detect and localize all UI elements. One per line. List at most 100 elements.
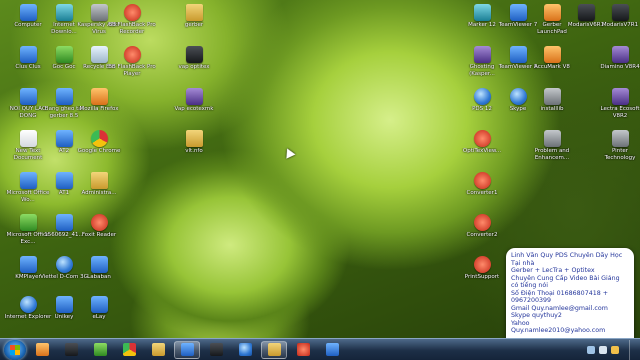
app-icon <box>90 296 108 313</box>
word-icon <box>19 172 37 189</box>
foxit-icon <box>90 214 108 231</box>
app-icon <box>90 256 108 273</box>
desktop-shortcut[interactable]: Vap ecotexmk <box>170 88 218 113</box>
desktop-shortcut[interactable]: Administra... <box>75 172 123 197</box>
taskbar-apps <box>26 340 345 359</box>
taskbar-button[interactable] <box>145 341 171 359</box>
note-line: Yahoo <box>511 319 530 327</box>
desktop-shortcut[interactable]: Lababan <box>75 256 123 281</box>
volume-tray-icon[interactable] <box>599 345 607 354</box>
media-player-icon <box>35 343 49 356</box>
flashback-recorder-icon <box>123 4 141 21</box>
show-desktop-button[interactable] <box>629 339 636 360</box>
taskbar-button[interactable] <box>29 341 55 359</box>
taskbar-button[interactable] <box>290 341 316 359</box>
network-tray-icon[interactable] <box>587 345 595 354</box>
desktop-shortcut[interactable]: BB FlashBack Pro Player <box>108 46 156 77</box>
modaris-icon <box>577 4 595 21</box>
desktop-shortcut[interactable]: Google Chrome <box>75 130 123 155</box>
desktop-shortcut[interactable]: Mozilla Firefox <box>75 88 123 113</box>
shortcut-label: gerber <box>184 22 204 28</box>
taskbar-button[interactable] <box>174 340 200 359</box>
shortcut-label: installlib <box>540 106 564 112</box>
converter-icon <box>473 172 491 189</box>
flashback-player-icon <box>123 46 141 63</box>
shortcut-label: Google Chrome <box>77 148 121 154</box>
app-icon <box>611 130 629 147</box>
taskbar-button[interactable] <box>116 341 142 359</box>
desktop-shortcut[interactable]: Converter1 <box>458 172 506 197</box>
desktop-shortcut[interactable]: Diamino V8R4 <box>596 46 640 71</box>
desktop-shortcut[interactable]: OptiTexView... <box>458 130 506 155</box>
desktop-shortcut[interactable]: Converter2 <box>458 214 506 239</box>
desktop-shortcut[interactable]: vlt.nfo <box>170 130 218 155</box>
shortcut-label: Administra... <box>81 190 117 196</box>
shortcut-label: Diamino V8R4 <box>600 64 640 70</box>
folder-icon <box>185 4 203 21</box>
desktop-shortcut[interactable]: Problem and Enhancem... <box>528 130 576 161</box>
taskbar-button[interactable] <box>232 341 258 359</box>
windows-logo-icon <box>10 344 20 355</box>
skype-icon <box>238 343 252 356</box>
shortcut-label: Problem and Enhancem... <box>534 148 570 161</box>
monitor-icon <box>209 343 223 356</box>
folder-icon <box>267 343 281 356</box>
note-line: Skype quythuy2 <box>511 312 562 319</box>
desktop-shortcut[interactable]: Lectra Ecosoft V8R2 <box>596 88 640 119</box>
desktop-shortcut[interactable]: Foxit Reader <box>75 214 123 239</box>
admin-icon <box>90 172 108 189</box>
shortcut-label: Mozilla Firefox <box>79 106 119 112</box>
marker-icon <box>473 4 491 21</box>
note-line: Số Điện Thoại 01686807418 + <box>511 289 608 297</box>
desktop-shortcut[interactable]: Pinter Technology <box>596 130 640 161</box>
shortcut-label: BB FlashBack Pro Player <box>108 64 156 77</box>
recycle-bin-icon <box>90 46 108 63</box>
taskbar-button[interactable] <box>58 341 84 359</box>
app-icon <box>543 130 561 147</box>
taskbar-button[interactable] <box>319 341 345 359</box>
note-line: Gmail Quy.namlee@gmail.com <box>511 304 608 312</box>
desktop-shortcut[interactable]: gerber <box>170 4 218 29</box>
shortcut-label: AccuMark V8 <box>534 64 570 70</box>
unikey-icon <box>55 296 73 313</box>
computer-icon <box>19 4 37 21</box>
optitex-icon <box>473 130 491 147</box>
desktop-shortcut[interactable]: installlib <box>528 88 576 113</box>
desktop-shortcut[interactable]: vap optitex <box>170 46 218 71</box>
desktop-shortcut[interactable]: BB FlashBack Pro Recorder <box>108 4 156 35</box>
desktop-shortcut[interactable]: ModarisV7R1 <box>596 4 640 29</box>
mouse-cursor-icon <box>282 146 296 159</box>
dcom-icon <box>55 256 73 273</box>
action-center-icon[interactable] <box>611 345 619 354</box>
note-line: Gerber + LecTra + Optitex <box>511 267 595 274</box>
taskbar-button[interactable] <box>261 340 287 359</box>
shortcut-label: Lectra Ecosoft V8R2 <box>600 106 640 119</box>
desktop-shortcut[interactable]: eLay <box>75 296 123 321</box>
shortcut-label: Pinter Technology <box>604 148 636 161</box>
taskbar-button[interactable] <box>203 341 229 359</box>
chrome-icon <box>90 130 108 147</box>
explorer-folder-icon <box>151 343 165 356</box>
info-note: Linh Văn Quy PDS Chuyên Dãy Học Tại nhà … <box>506 248 634 338</box>
note-line: Quy.namlee2010@yahoo.com <box>511 327 606 334</box>
text-document-icon <box>19 130 37 147</box>
image-icon <box>55 214 73 231</box>
taskbar-button[interactable] <box>87 341 113 359</box>
desktop-shortcut[interactable]: PrintSupport <box>458 256 506 281</box>
chrome-icon <box>122 343 136 356</box>
note-line: Tại nhà <box>511 259 535 267</box>
start-button[interactable] <box>4 339 26 360</box>
teamviewer-icon <box>509 4 527 21</box>
word-doc-icon <box>19 88 37 105</box>
shortcut-label: OptiTexView... <box>462 148 502 154</box>
shortcut-label: Converter2 <box>466 232 498 238</box>
accumark-icon <box>543 46 561 63</box>
network-icon <box>19 46 37 63</box>
shortcut-label: vlt.nfo <box>185 148 203 154</box>
desktop: Computer Internet Downlo... Kaspersky ANti… <box>0 0 640 338</box>
taskbar <box>0 338 640 360</box>
desktop-shortcut[interactable]: AccuMark V8 <box>528 46 576 71</box>
folder-icon <box>185 130 203 147</box>
document-icon <box>185 46 203 63</box>
converter-icon <box>473 214 491 231</box>
